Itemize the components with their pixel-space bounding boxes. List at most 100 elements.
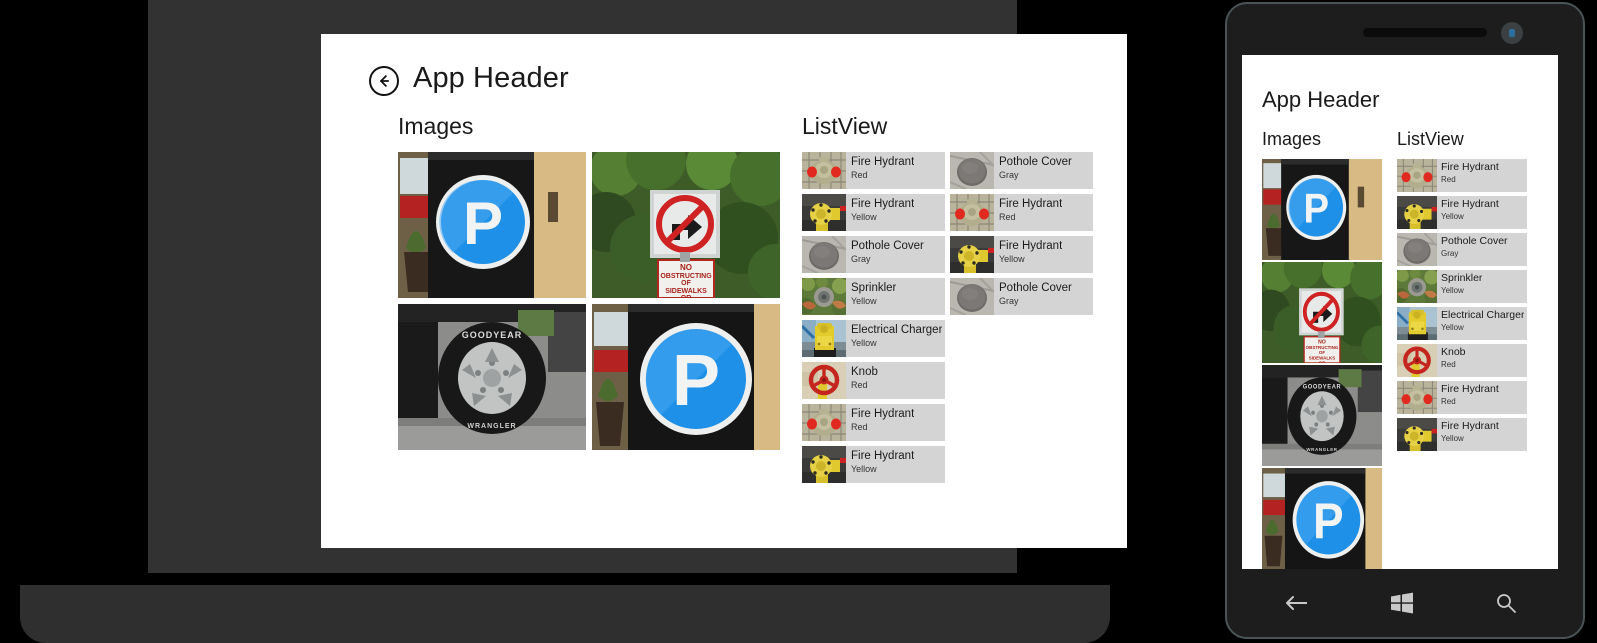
svg-text:SIDEWALKS: SIDEWALKS — [665, 288, 707, 295]
tire-wheel-photo: GOODYEAR WRANGLER — [398, 304, 586, 450]
list-item-title: Pothole Cover — [1441, 235, 1508, 247]
list-item-title: Fire Hydrant — [851, 156, 915, 168]
list-item-text: Pothole Cover Gray — [846, 236, 924, 273]
list-item-text: Electrical Charger Yellow — [846, 320, 942, 357]
phone-image-tile[interactable]: P — [1262, 468, 1382, 569]
image-tile-parking-sign-2[interactable]: P — [592, 304, 780, 450]
list-item[interactable]: Pothole Cover Gray — [1397, 233, 1527, 266]
list-item-title: Fire Hydrant — [1441, 383, 1499, 395]
svg-text:P: P — [672, 341, 720, 421]
list-item-subtitle: Yellow — [999, 254, 1025, 264]
svg-text:NO: NO — [680, 263, 692, 272]
pothole-cover-gray-thumb — [802, 236, 846, 273]
list-item-title: Fire Hydrant — [1441, 198, 1499, 210]
list-item[interactable]: Electrical Charger Yellow — [802, 320, 945, 357]
phone-images-list: P NO OBSTRUCTING OF SIDEWALKS OR GOODYEA… — [1262, 159, 1397, 569]
list-item-text: Fire Hydrant Red — [846, 404, 914, 441]
laptop-base — [20, 585, 1110, 643]
windows-logo-icon[interactable] — [1390, 591, 1414, 615]
earpiece-speaker — [1363, 28, 1487, 37]
list-item[interactable]: Fire Hydrant Red — [1397, 159, 1527, 192]
list-item[interactable]: Fire Hydrant Yellow — [802, 446, 945, 483]
list-item-text: Sprinkler Yellow — [846, 278, 896, 315]
pothole-cover-gray-thumb — [1397, 233, 1437, 266]
phone-image-tile[interactable]: P — [1262, 159, 1382, 260]
phone-body: App Header Images P NO OBSTRUCTING OF SI… — [1225, 2, 1585, 639]
search-icon[interactable] — [1495, 592, 1517, 614]
list-item-text: Pothole Cover Gray — [994, 278, 1072, 315]
list-item-text: Knob Red — [846, 362, 878, 399]
back-arrow-icon[interactable] — [1283, 593, 1309, 613]
list-item-title: Pothole Cover — [999, 282, 1072, 294]
fire-hydrant-yellow-thumb — [1397, 418, 1437, 451]
fire-hydrant-red-thumb — [802, 404, 846, 441]
list-item-title: Fire Hydrant — [999, 198, 1063, 210]
list-item-subtitle: Red — [1441, 360, 1456, 369]
list-item[interactable]: Fire Hydrant Red — [802, 152, 945, 189]
svg-text:OF: OF — [681, 280, 691, 287]
list-item[interactable]: Pothole Cover Gray — [950, 152, 1093, 189]
list-item[interactable]: Pothole Cover Gray — [950, 278, 1093, 315]
list-item-text: Pothole Cover Gray — [1437, 233, 1508, 266]
list-item-text: Fire Hydrant Yellow — [994, 236, 1062, 273]
list-item[interactable]: Fire Hydrant Red — [802, 404, 945, 441]
list-item[interactable]: Electrical Charger Yellow — [1397, 307, 1527, 340]
sprinkler-yellow-thumb — [802, 278, 846, 315]
list-item-title: Electrical Charger — [1441, 309, 1525, 321]
svg-text:P: P — [463, 190, 503, 257]
fire-hydrant-yellow-thumb — [802, 194, 846, 231]
image-tile-parking-sign[interactable]: P — [398, 152, 586, 298]
parking-sign-photo-2: P — [592, 304, 780, 450]
images-section: Images P NO OBSTRUCTING OF SIDEWALKS GOO… — [398, 113, 802, 483]
image-tile-no-right-turn[interactable]: NO OBSTRUCTING OF SIDEWALKS OR — [592, 152, 780, 298]
list-item-subtitle: Gray — [1441, 249, 1459, 258]
laptop-screen: App Header Images P NO OBSTRUCTING OF SI… — [321, 34, 1127, 548]
list-item-text: Fire Hydrant Red — [846, 152, 914, 189]
list-item-title: Fire Hydrant — [851, 198, 915, 210]
list-item-subtitle: Yellow — [851, 338, 877, 348]
no-right-turn-sign-photo: NO OBSTRUCTING OF SIDEWALKS OR — [592, 152, 780, 298]
phone-listview-section-title: ListView — [1397, 129, 1464, 149]
list-item[interactable]: Fire Hydrant Yellow — [1397, 196, 1527, 229]
image-tile-tire-wheel[interactable]: GOODYEAR WRANGLER — [398, 304, 586, 450]
list-item[interactable]: Fire Hydrant Red — [1397, 381, 1527, 414]
svg-text:OBSTRUCTING: OBSTRUCTING — [660, 273, 712, 280]
list-item-subtitle: Gray — [851, 254, 871, 264]
svg-text:OF: OF — [1319, 350, 1325, 355]
list-item[interactable]: Fire Hydrant Yellow — [950, 236, 1093, 273]
pothole-cover-gray-thumb — [950, 152, 994, 189]
list-item-text: Fire Hydrant Yellow — [846, 446, 914, 483]
screenshot-stage: App Header Images P NO OBSTRUCTING OF SI… — [0, 0, 1597, 643]
list-item-subtitle: Yellow — [851, 212, 877, 222]
list-item-subtitle: Yellow — [851, 464, 877, 474]
svg-text:GOODYEAR: GOODYEAR — [462, 330, 523, 340]
list-item-title: Knob — [851, 366, 878, 378]
phone-image-tile[interactable]: NO OBSTRUCTING OF SIDEWALKS OR — [1262, 262, 1382, 363]
list-item[interactable]: Knob Red — [1397, 344, 1527, 377]
listview-columns: Fire Hydrant Red Fire Hydrant Yellow Pot… — [802, 152, 1122, 483]
list-item[interactable]: Fire Hydrant Red — [950, 194, 1093, 231]
svg-text:P: P — [1303, 186, 1329, 232]
back-arrow-circle-icon[interactable] — [369, 65, 399, 96]
list-item[interactable]: Pothole Cover Gray — [802, 236, 945, 273]
phone-navigation-bar — [1242, 572, 1558, 634]
svg-text:OR: OR — [681, 295, 692, 298]
list-item-subtitle: Red — [1441, 397, 1456, 406]
list-item-title: Knob — [1441, 346, 1466, 358]
list-item[interactable]: Sprinkler Yellow — [802, 278, 945, 315]
list-item[interactable]: Knob Red — [802, 362, 945, 399]
list-item[interactable]: Fire Hydrant Yellow — [1397, 418, 1527, 451]
phone-device: App Header Images P NO OBSTRUCTING OF SI… — [1222, 0, 1597, 643]
list-item-text: Knob Red — [1437, 344, 1466, 377]
listview-column-left: Fire Hydrant Red Fire Hydrant Yellow Pot… — [802, 152, 945, 483]
list-item-text: Fire Hydrant Red — [1437, 159, 1499, 192]
list-item[interactable]: Fire Hydrant Yellow — [802, 194, 945, 231]
phone-image-tile[interactable]: GOODYEAR WRANGLER — [1262, 365, 1382, 466]
svg-text:WRANGLER: WRANGLER — [1306, 447, 1337, 452]
app-header-bar: App Header — [321, 34, 1127, 96]
parking-sign-photo-2-phone: P — [1262, 468, 1382, 569]
fire-hydrant-yellow-thumb — [1397, 196, 1437, 229]
list-item[interactable]: Sprinkler Yellow — [1397, 270, 1527, 303]
listview-column-right: Pothole Cover Gray Fire Hydrant Red Fire… — [950, 152, 1093, 483]
list-item-subtitle: Red — [851, 422, 868, 432]
